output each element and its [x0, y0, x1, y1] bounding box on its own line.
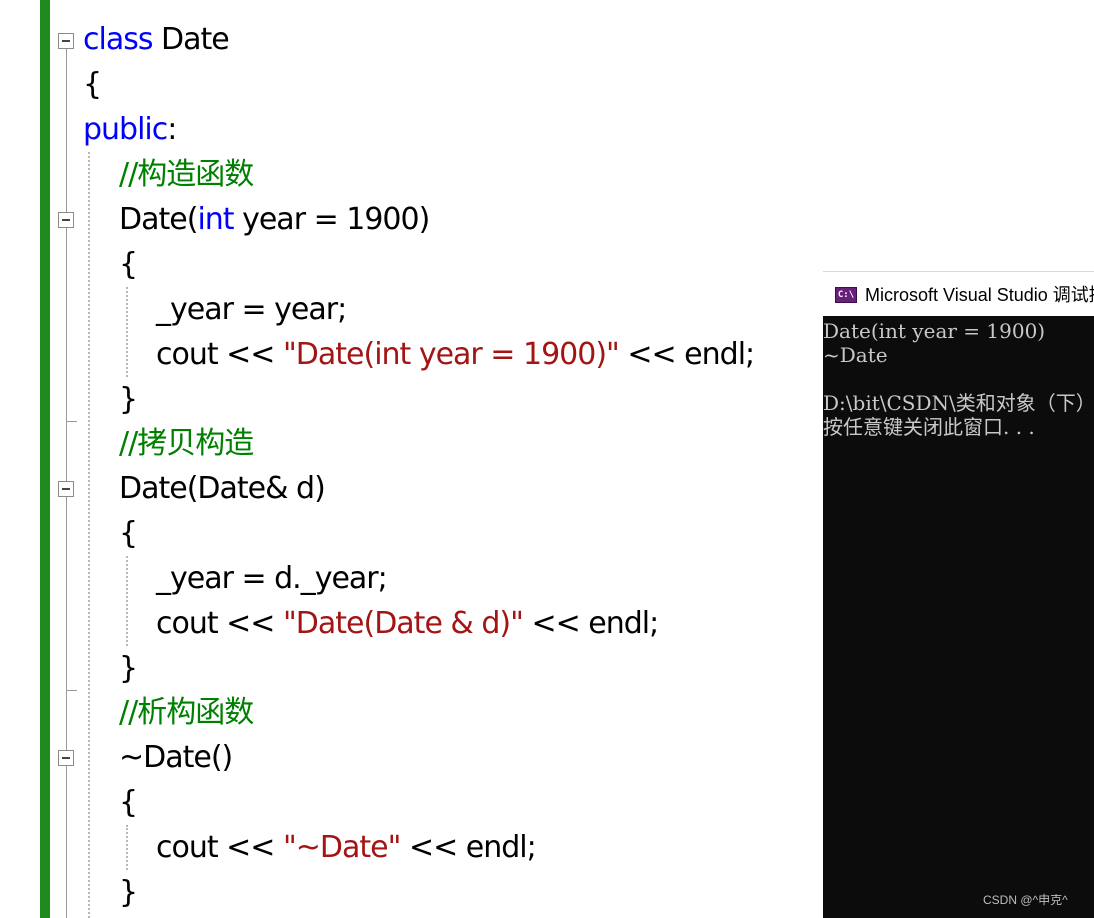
fold-end-tick [66, 690, 77, 691]
console-line: ~Date [823, 343, 888, 367]
code-line[interactable]: { [119, 780, 138, 825]
collapse-destructor-icon[interactable] [58, 750, 74, 766]
code-token: ( [186, 202, 199, 237]
code-token: } [119, 382, 138, 417]
code-line[interactable]: } [119, 870, 138, 915]
code-token: } [119, 875, 138, 910]
code-token: cout << [156, 606, 283, 641]
console-titlebar[interactable]: C:\ Microsoft Visual Studio 调试控制台 [823, 271, 1094, 316]
console-line: Date(int year = 1900) [823, 319, 1046, 343]
code-line[interactable]: cout << "Date(Date & d)" << endl; [156, 601, 659, 646]
indent-guide [88, 152, 90, 918]
console-title: Microsoft Visual Studio 调试控制台 [865, 285, 1094, 305]
code-line[interactable]: public: [83, 107, 177, 152]
code-token: : [167, 112, 177, 147]
code-line[interactable]: Date(Date& d) [119, 466, 326, 511]
collapse-copy-constructor-icon[interactable] [58, 481, 74, 497]
code-token: //构造函数 [119, 157, 254, 192]
console-app-icon: C:\ [835, 287, 857, 303]
code-token: "~Date" [282, 830, 401, 865]
code-token: _year = year; [156, 292, 347, 327]
code-token: public [83, 112, 168, 147]
code-token: Date [119, 471, 188, 506]
code-token: ~Date() [119, 740, 233, 775]
code-token: _year = d._year; [156, 561, 388, 596]
code-line[interactable]: //拷贝构造 [119, 421, 254, 466]
code-token: { [83, 67, 102, 102]
indent-guide [126, 287, 128, 377]
code-line[interactable]: cout << "Date(int year = 1900)" << endl; [156, 332, 755, 377]
fold-line [66, 766, 67, 918]
indent-guide [126, 556, 128, 646]
console-line: 按任意键关闭此窗口. . . [823, 415, 1035, 439]
code-line[interactable]: cout << "~Date" << endl; [156, 825, 537, 870]
indent-guide [126, 825, 128, 870]
code-token: cout << [156, 337, 283, 372]
code-line[interactable]: { [83, 62, 102, 107]
debug-console-window[interactable]: C:\ Microsoft Visual Studio 调试控制台 Date(i… [823, 271, 1094, 918]
collapse-class-icon[interactable] [58, 33, 74, 49]
fold-end-tick [66, 421, 77, 422]
code-token: << endl; [400, 830, 537, 865]
collapse-constructor-icon[interactable] [58, 212, 74, 228]
code-token: //析构函数 [119, 695, 254, 730]
code-line[interactable]: } [119, 377, 138, 422]
code-token: } [119, 651, 138, 686]
code-token: { [119, 516, 138, 551]
code-token: << endl; [618, 337, 755, 372]
code-line[interactable]: class Date [83, 17, 230, 62]
fold-line [66, 497, 67, 750]
change-tracking-bar [40, 0, 50, 918]
code-token: int [197, 202, 234, 237]
code-line[interactable]: } [119, 646, 138, 691]
console-line: D:\bit\CSDN\类和对象（下） [823, 391, 1094, 415]
watermark: CSDN @^申克^ [983, 893, 1068, 907]
code-token: "Date(int year = 1900)" [282, 337, 620, 372]
code-token: year = 1900) [233, 202, 430, 237]
code-token: { [119, 785, 138, 820]
code-line[interactable]: { [119, 511, 138, 556]
fold-line [66, 228, 67, 481]
code-line[interactable]: _year = year; [156, 287, 347, 332]
code-line[interactable]: //析构函数 [119, 690, 254, 735]
code-token: "Date(Date & d)" [282, 606, 524, 641]
code-token: { [119, 247, 138, 282]
code-token: cout << [156, 830, 283, 865]
code-line[interactable]: //构造函数 [119, 152, 254, 197]
code-token: Date [119, 202, 188, 237]
code-token: class [83, 22, 153, 57]
code-token: << endl; [522, 606, 659, 641]
code-token: //拷贝构造 [119, 426, 254, 461]
code-line[interactable]: _year = d._year; [156, 556, 388, 601]
code-line[interactable]: ~Date() [119, 735, 233, 780]
code-line[interactable]: Date(int year = 1900) [119, 197, 430, 242]
code-token: (Date& d) [186, 471, 326, 506]
code-token: Date [152, 22, 230, 57]
fold-line [66, 49, 67, 212]
code-line[interactable]: { [119, 242, 138, 287]
